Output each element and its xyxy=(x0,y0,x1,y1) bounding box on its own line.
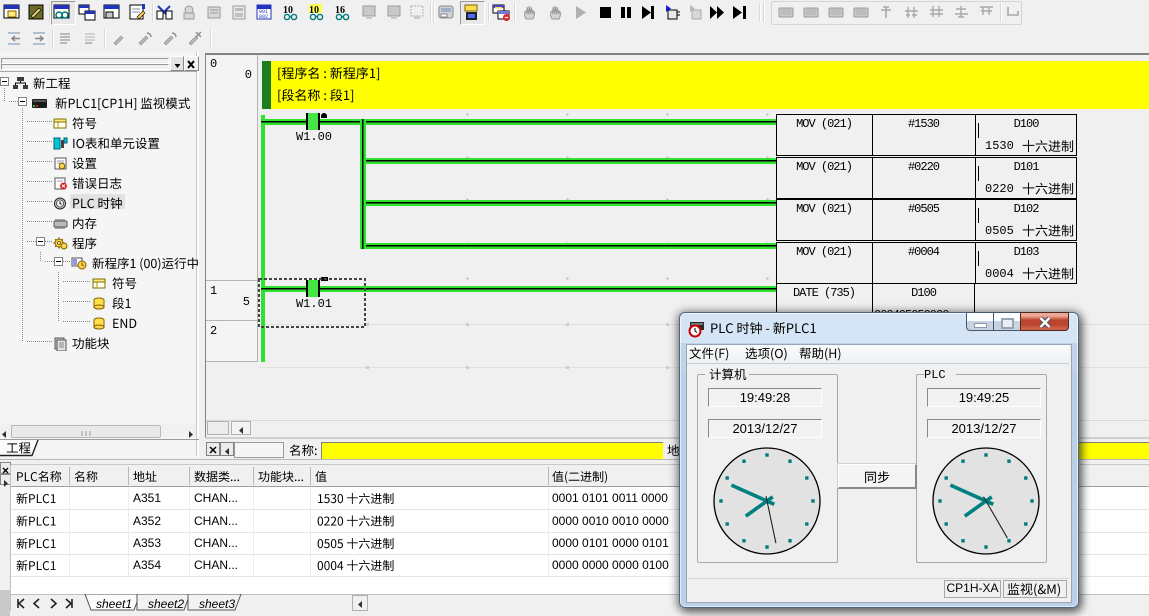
svg-text:002: 002 xyxy=(259,14,268,20)
